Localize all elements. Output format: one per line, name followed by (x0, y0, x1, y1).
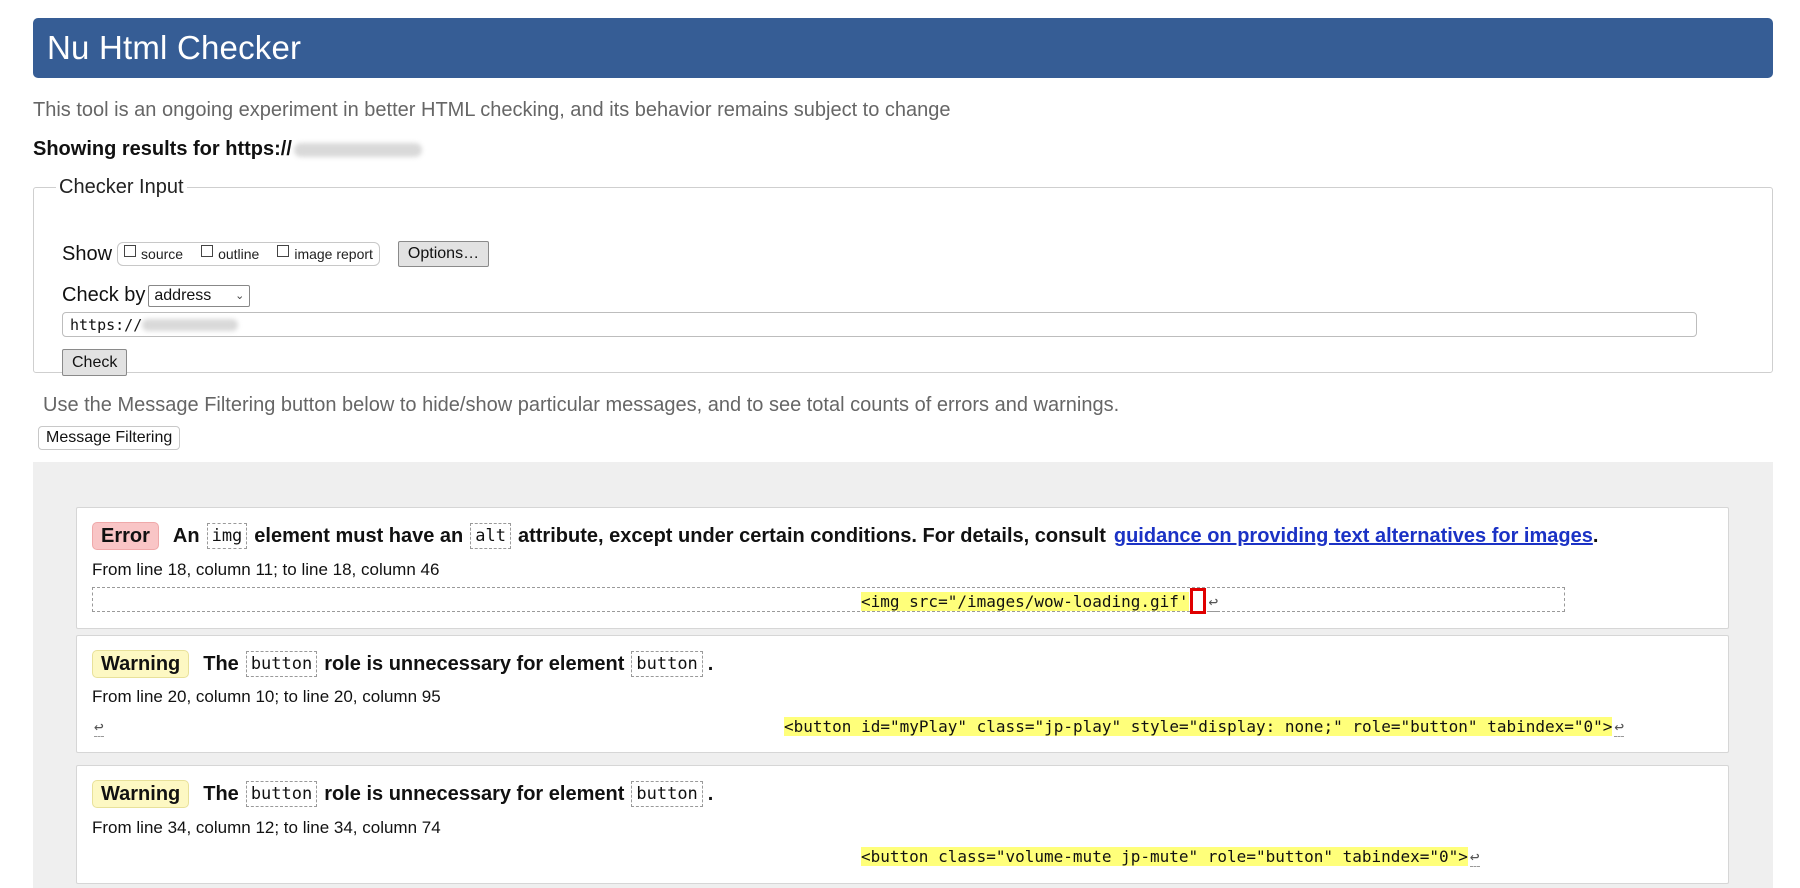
message-text: role is unnecessary for element (324, 782, 625, 805)
message-item: Warning The button role is unnecessary f… (76, 765, 1729, 884)
message-text: attribute, except under certain conditio… (517, 524, 1106, 547)
check-button[interactable]: Check (62, 349, 128, 376)
guidance-link[interactable]: guidance on providing text alternatives … (1114, 525, 1593, 548)
message-location: From line 34, column 12; to line 34, col… (92, 818, 441, 837)
highlighted-code: <button id="myPlay" class="jp-play" styl… (784, 717, 1613, 736)
error-badge: Error (92, 522, 159, 550)
code-token: img (206, 523, 248, 549)
message-heading: Error An img element must have an alt at… (92, 522, 1598, 550)
code-token: button (245, 651, 318, 677)
checkbox-box[interactable] (277, 245, 290, 257)
message-text: . (707, 782, 714, 805)
extract-box (92, 587, 1565, 612)
checkbox-box[interactable] (201, 245, 214, 257)
return-icon: ↩ (1614, 717, 1625, 737)
options-button[interactable]: Options… (397, 241, 490, 267)
show-row: Show source outline image report Options… (62, 241, 490, 267)
message-heading: Warning The button role is unnecessary f… (92, 650, 713, 678)
code-extract: <button id="myPlay" class="jp-play" styl… (784, 717, 1625, 737)
filter-note: Use the Message Filtering button below t… (43, 394, 1120, 416)
message-text: . (707, 652, 714, 675)
code-token: alt (470, 523, 511, 549)
code-token: button (631, 781, 703, 807)
url-input-value: https:// (70, 315, 143, 334)
outline-checkbox[interactable]: outline (201, 245, 260, 262)
message-text: The (203, 782, 239, 805)
error-position-marker (1189, 588, 1206, 614)
chevron-down-icon: ⌄ (235, 290, 245, 302)
show-label: Show (62, 242, 113, 265)
results-area: 1. Error An img element must have an alt… (33, 462, 1773, 888)
message-item: Warning The button role is unnecessary f… (76, 635, 1729, 753)
results-for-label: Showing results for https:// (33, 138, 292, 160)
checkbox-label: source (141, 246, 184, 262)
code-extract-start: ↩ (92, 717, 104, 737)
highlighted-code: <button class="volume-mute jp-mute" role… (861, 847, 1468, 866)
tool-subtitle: This tool is an ongoing experiment in be… (33, 99, 951, 121)
message-location: From line 20, column 10; to line 20, col… (92, 687, 441, 706)
message-text: An (172, 524, 200, 547)
message-location: From line 18, column 11; to line 18, col… (92, 560, 440, 579)
results-for: Showing results for https:// (33, 138, 422, 161)
message-text: role is unnecessary for element (324, 652, 625, 675)
return-icon: ↩ (1469, 847, 1480, 867)
highlighted-code: <img src="/images/wow-loading.gif' (861, 591, 1189, 611)
message-text: . (1592, 524, 1599, 547)
code-token: button (245, 781, 318, 807)
return-icon: ↩ (94, 717, 104, 737)
checker-input-legend: Checker Input (59, 176, 184, 198)
message-text: element must have an (254, 524, 464, 547)
header-banner: Nu Html Checker (33, 18, 1773, 78)
checkbox-label: outline (218, 246, 260, 262)
check-by-row: Check by address ⌄ (62, 284, 251, 307)
image-report-checkbox[interactable]: image report (277, 245, 373, 262)
source-checkbox[interactable]: source (124, 245, 184, 262)
check-by-select[interactable]: address ⌄ (148, 284, 251, 307)
redacted-url (293, 142, 422, 157)
warning-badge: Warning (92, 780, 190, 808)
checkbox-box[interactable] (124, 245, 137, 257)
message-text: The (203, 652, 239, 675)
message-heading: Warning The button role is unnecessary f… (92, 780, 713, 808)
checkbox-label: image report (294, 246, 373, 262)
page-title: Nu Html Checker (47, 29, 302, 66)
check-by-label: Check by (62, 284, 146, 306)
url-input[interactable]: https:// (62, 312, 1697, 337)
check-by-value: address (154, 286, 212, 304)
message-filtering-button[interactable]: Message Filtering (38, 426, 181, 450)
checker-input-panel: Checker Input Show source outline image … (33, 176, 1773, 376)
page: Nu Html Checker This tool is an ongoing … (0, 0, 1800, 888)
message-item: Error An img element must have an alt at… (76, 507, 1729, 629)
warning-badge: Warning (92, 650, 190, 678)
code-extract: <img src="/images/wow-loading.gif' ↩ (861, 588, 1219, 615)
redacted-url (142, 318, 239, 331)
code-token: button (631, 651, 703, 677)
show-options-group: source outline image report (117, 242, 380, 266)
code-extract: <button class="volume-mute jp-mute" role… (861, 847, 1480, 867)
return-icon: ↩ (1208, 591, 1219, 612)
